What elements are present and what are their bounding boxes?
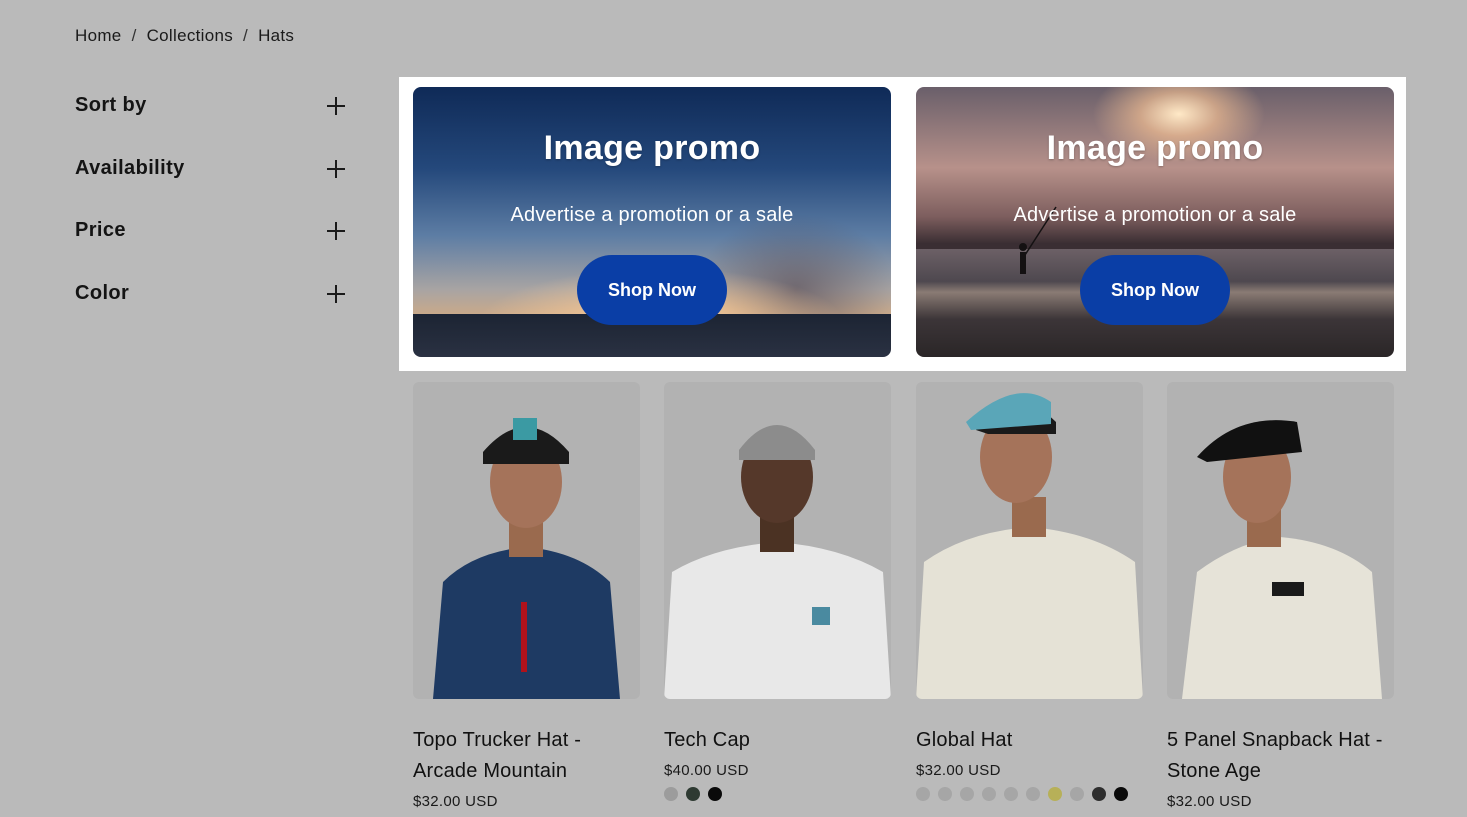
color-swatch[interactable]	[1114, 787, 1128, 801]
product-model-illustration	[433, 418, 620, 699]
color-swatch[interactable]	[982, 787, 996, 801]
product-title[interactable]: Tech Cap	[664, 725, 891, 756]
product-card[interactable]: Global Hat $32.00 USD	[916, 382, 1143, 801]
filter-label: Price	[75, 219, 126, 241]
shop-now-button[interactable]: Shop Now	[577, 255, 727, 325]
product-price: $32.00 USD	[1167, 793, 1252, 810]
image-promo-card: Image promo Advertise a promotion or a s…	[916, 87, 1394, 357]
product-model-illustration	[664, 425, 891, 699]
promo-title: Image promo	[543, 129, 761, 167]
plus-icon[interactable]	[327, 97, 345, 115]
color-swatch[interactable]	[1070, 787, 1084, 801]
product-image[interactable]	[916, 382, 1143, 699]
product-card[interactable]: Topo Trucker Hat - Arcade Mountain $32.0…	[413, 382, 640, 810]
color-swatch[interactable]	[686, 787, 700, 801]
color-swatches	[664, 787, 891, 801]
color-swatch[interactable]	[664, 787, 678, 801]
product-image[interactable]	[1167, 382, 1394, 699]
color-swatch[interactable]	[938, 787, 952, 801]
product-image[interactable]	[413, 382, 640, 699]
product-title[interactable]: Topo Trucker Hat -	[413, 725, 640, 756]
promo-subtitle: Advertise a promotion or a sale	[1013, 204, 1297, 226]
product-title-line2[interactable]: Arcade Mountain	[413, 756, 640, 787]
filter-price[interactable]: Price	[75, 215, 347, 278]
product-price: $32.00 USD	[916, 762, 1001, 779]
color-swatch[interactable]	[708, 787, 722, 801]
product-model-illustration	[1182, 420, 1382, 699]
breadcrumb-separator: /	[243, 26, 249, 45]
shop-now-button[interactable]: Shop Now	[1080, 255, 1230, 325]
color-swatch[interactable]	[1092, 787, 1106, 801]
promo-section: Image promo Advertise a promotion or a s…	[399, 77, 1406, 371]
plus-icon[interactable]	[327, 159, 345, 178]
product-price: $40.00 USD	[664, 762, 749, 779]
filter-label: Availability	[75, 156, 185, 179]
plus-icon[interactable]	[327, 284, 345, 303]
promo-subtitle: Advertise a promotion or a sale	[510, 204, 794, 226]
filter-label: Color	[75, 281, 130, 304]
breadcrumb: Home / Collections / Hats	[75, 26, 294, 46]
breadcrumb-home-link[interactable]: Home	[75, 26, 122, 46]
product-model-illustration	[916, 393, 1143, 699]
filter-sort-by[interactable]: Sort by	[75, 90, 347, 153]
color-swatch[interactable]	[1026, 787, 1040, 801]
color-swatch[interactable]	[960, 787, 974, 801]
product-card[interactable]: Tech Cap $40.00 USD	[664, 382, 891, 801]
product-title[interactable]: Global Hat	[916, 725, 1143, 756]
breadcrumb-current: Hats	[258, 26, 295, 45]
product-card[interactable]: 5 Panel Snapback Hat - Stone Age $32.00 …	[1167, 382, 1394, 810]
product-image[interactable]	[664, 382, 891, 699]
image-promo-card: Image promo Advertise a promotion or a s…	[413, 87, 891, 357]
filter-sidebar: Sort by Availability Price Color	[75, 90, 347, 340]
product-title[interactable]: 5 Panel Snapback Hat -	[1167, 725, 1394, 756]
plus-icon[interactable]	[327, 222, 345, 240]
color-swatch[interactable]	[916, 787, 930, 801]
color-swatch[interactable]	[1004, 787, 1018, 801]
product-price: $32.00 USD	[413, 793, 498, 810]
color-swatches	[916, 787, 1143, 801]
breadcrumb-separator: /	[131, 26, 137, 45]
filter-color[interactable]: Color	[75, 278, 347, 341]
color-swatch[interactable]	[1048, 787, 1062, 801]
filter-availability[interactable]: Availability	[75, 153, 347, 216]
product-title-line2[interactable]: Stone Age	[1167, 756, 1394, 787]
filter-label: Sort by	[75, 94, 147, 116]
promo-title: Image promo	[1046, 129, 1264, 167]
breadcrumb-collections-link[interactable]: Collections	[147, 26, 233, 46]
